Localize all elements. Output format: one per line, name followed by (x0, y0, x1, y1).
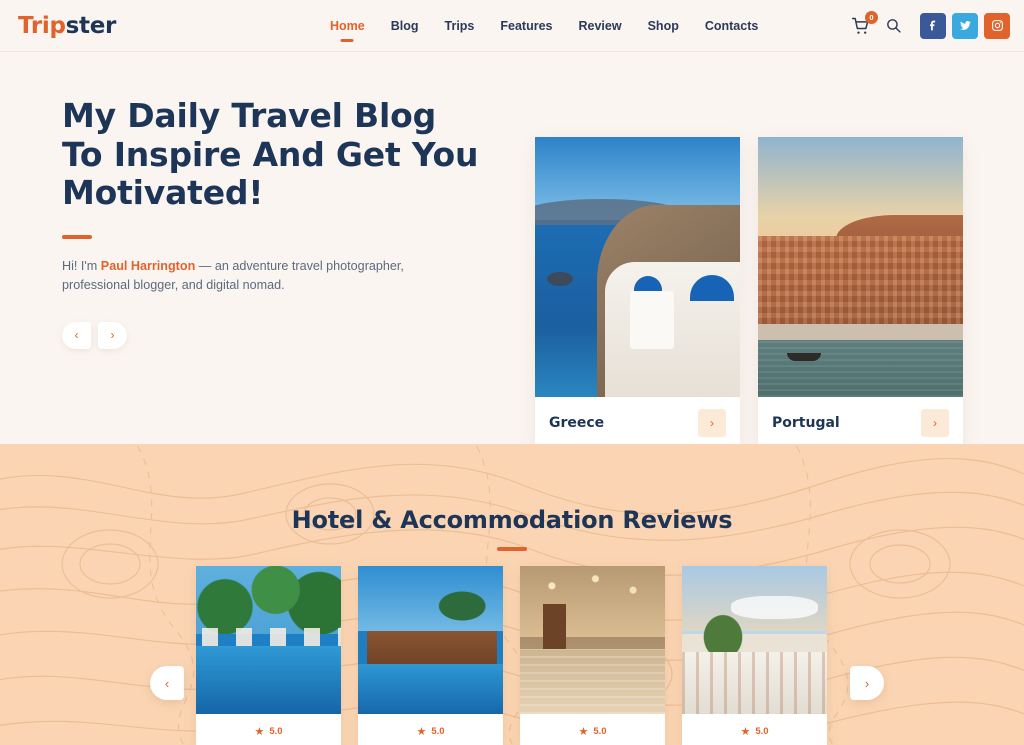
site-header: Tripster Home Blog Trips Features Review… (0, 0, 1024, 52)
hero-section: My Daily Travel Blog To Inspire And Get … (0, 52, 1024, 444)
review-card[interactable]: ★ 5.0 (358, 566, 503, 745)
review-score: 5.0 (269, 725, 283, 737)
hero-carousel-controls: ‹ › (62, 321, 482, 349)
nav-item-blog[interactable]: Blog (391, 16, 419, 36)
header-actions: 0 (851, 10, 1010, 39)
star-icon: ★ (740, 725, 751, 738)
nav-item-features[interactable]: Features (500, 16, 552, 36)
twitter-button[interactable] (952, 12, 978, 39)
nav-item-home[interactable]: Home (330, 16, 365, 36)
nav-item-contacts[interactable]: Contacts (705, 16, 758, 36)
greece-card-footer: Greece › (535, 397, 740, 444)
search-icon (887, 19, 901, 33)
facebook-button[interactable] (920, 12, 946, 39)
review-image-white-village (682, 566, 827, 714)
review-card[interactable]: ★ 5.0 (682, 566, 827, 745)
reviews-title: Hotel & Accommodation Reviews (291, 506, 733, 534)
portugal-go-button[interactable]: › (921, 409, 949, 437)
star-icon: ★ (578, 725, 589, 738)
destination-name: Portugal (772, 415, 840, 431)
nav-item-trips[interactable]: Trips (445, 16, 475, 36)
hero-prev-button[interactable]: ‹ (62, 321, 91, 349)
reviews-divider (497, 547, 527, 551)
star-icon: ★ (416, 725, 427, 738)
greece-image (535, 137, 740, 397)
page-root: Tripster Home Blog Trips Features Review… (0, 0, 1024, 745)
hero-subtitle-pre: Hi! I'm (62, 258, 101, 273)
destination-cards: Greece › Portugal › (535, 137, 963, 444)
reviews-section: Hotel & Accommodation Reviews ★ 5.0 ★ 5.… (0, 444, 1024, 745)
destination-card-greece[interactable]: Greece › (535, 137, 740, 444)
review-image-resort-pool (196, 566, 341, 714)
review-card[interactable]: ★ 5.0 (520, 566, 665, 745)
logo-text-secondary: ster (65, 12, 117, 39)
review-score: 5.0 (431, 725, 445, 737)
instagram-icon (991, 20, 1003, 31)
main-navigation: Home Blog Trips Features Review Shop Con… (330, 16, 758, 36)
review-rating: ★ 5.0 (682, 714, 827, 745)
facebook-icon (929, 20, 935, 31)
destination-card-portugal[interactable]: Portugal › (758, 137, 963, 444)
logo-text-primary: Trip (18, 12, 66, 39)
review-image-hotel-lobby (520, 566, 665, 714)
reviews-carousel: ★ 5.0 ★ 5.0 ★ 5.0 ★ 5.0 (196, 566, 827, 745)
cart-button[interactable]: 0 (851, 10, 878, 36)
review-image-beach-cabanas (358, 566, 503, 714)
review-rating: ★ 5.0 (196, 714, 341, 745)
hero-author-name: Paul Harrington (100, 258, 196, 273)
hero-subtitle: Hi! I'm Paul Harrington — an adventure t… (62, 257, 407, 296)
search-button[interactable] (885, 17, 902, 34)
nav-item-review[interactable]: Review (579, 16, 622, 36)
destination-name: Greece (549, 415, 605, 431)
review-score: 5.0 (593, 725, 607, 737)
review-rating: ★ 5.0 (358, 714, 503, 745)
social-links (920, 12, 1010, 39)
hero-next-button[interactable]: › (98, 321, 127, 349)
hero-title: My Daily Travel Blog To Inspire And Get … (62, 96, 479, 213)
review-score: 5.0 (755, 725, 769, 737)
greece-go-button[interactable]: › (698, 409, 726, 437)
reviews-prev-button[interactable]: ‹ (150, 666, 184, 700)
nav-item-shop[interactable]: Shop (648, 16, 679, 36)
portugal-image (758, 137, 963, 397)
cart-badge: 0 (865, 10, 878, 24)
instagram-button[interactable] (984, 12, 1010, 39)
portugal-card-footer: Portugal › (758, 397, 963, 444)
site-logo[interactable]: Tripster (18, 13, 116, 39)
hero-divider (62, 234, 92, 239)
review-card[interactable]: ★ 5.0 (196, 566, 341, 745)
hero-copy: My Daily Travel Blog To Inspire And Get … (62, 96, 482, 349)
star-icon: ★ (254, 725, 265, 738)
review-rating: ★ 5.0 (520, 714, 665, 745)
reviews-next-button[interactable]: › (850, 666, 884, 700)
twitter-icon (959, 21, 971, 30)
